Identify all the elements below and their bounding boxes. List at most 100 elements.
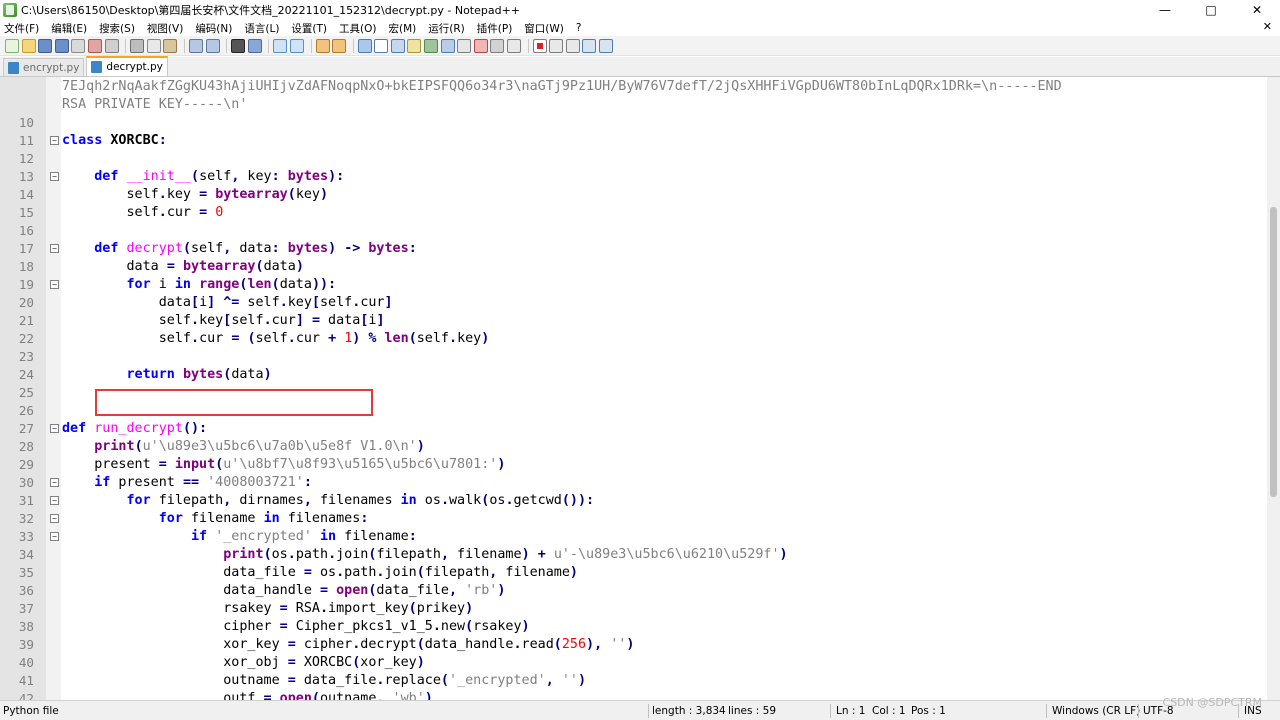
code-text: data_file = os.path.join(filepath, filen… [62, 565, 578, 580]
code-line: 30 − if present == '4008003721': [0, 474, 1267, 492]
folder-workspace-icon[interactable] [473, 38, 488, 53]
code-text: def run_decrypt(): [62, 421, 208, 436]
toolbar-separator [310, 38, 312, 53]
minimize-button[interactable]: — [1142, 0, 1188, 20]
status-col: Col : 1 [872, 705, 906, 717]
indent-guide-icon[interactable] [390, 38, 405, 53]
code-line: 35 data_file = os.path.join(filepath, fi… [0, 564, 1267, 582]
menu-settings[interactable]: 设置(T) [291, 21, 327, 36]
line-number: 19 [18, 277, 34, 292]
sync-horizontal-icon[interactable] [332, 38, 347, 53]
fold-toggle-icon[interactable]: − [50, 136, 59, 145]
status-length: length : 3,834 [652, 705, 726, 717]
status-separator [1046, 704, 1047, 718]
file-icon [8, 61, 19, 74]
show-all-chars-icon[interactable] [374, 38, 389, 53]
replace-icon[interactable] [247, 38, 262, 53]
code-text: xor_key = cipher.decrypt(data_handle.rea… [62, 637, 635, 652]
cut-icon[interactable] [130, 38, 145, 53]
close-file-icon[interactable] [71, 38, 86, 53]
stop-macro-icon[interactable] [549, 38, 564, 53]
tab-decrypt-py[interactable]: decrypt.py [86, 56, 168, 76]
menu-search[interactable]: 搜索(S) [99, 21, 135, 36]
play-macro-icon[interactable] [565, 38, 580, 53]
code-text: if '_encrypted' in filename: [191, 529, 417, 544]
code-text: data[i] ^= self.key[self.cur] [62, 295, 393, 310]
code-line: 24 return bytes(data) [0, 366, 1267, 384]
menu-run[interactable]: 运行(R) [428, 21, 465, 36]
menu-macro[interactable]: 宏(M) [389, 21, 417, 36]
fold-toggle-icon[interactable]: − [50, 424, 59, 433]
close-button[interactable]: ✕ [1234, 0, 1280, 20]
function-list-icon[interactable] [457, 38, 472, 53]
toolbar-separator [352, 38, 354, 53]
scrollbar-thumb[interactable] [1270, 207, 1277, 497]
close-all-icon[interactable] [87, 38, 102, 53]
line-number: 18 [18, 259, 34, 274]
undo-icon[interactable] [188, 38, 203, 53]
menu-view[interactable]: 视图(V) [147, 21, 183, 36]
code-text: for filename in filenames: [158, 511, 369, 526]
fold-toggle-icon[interactable]: − [50, 478, 59, 487]
save-icon[interactable] [38, 38, 53, 53]
monitor-icon[interactable] [490, 38, 505, 53]
tab-encrypt-py[interactable]: encrypt.py [3, 58, 85, 76]
status-eol: Windows (CR LF) [1052, 705, 1141, 717]
doc-list-icon[interactable] [440, 38, 455, 53]
record-macro-icon[interactable] [532, 38, 547, 53]
new-file-icon[interactable] [5, 38, 19, 53]
print-icon[interactable] [104, 38, 119, 53]
code-text: RSA PRIVATE KEY-----\n' [62, 97, 248, 112]
copy-icon[interactable] [146, 38, 161, 53]
menu-file[interactable]: 文件(F) [4, 21, 39, 36]
code-line: 32 − for filename in filenames: [0, 510, 1267, 528]
code-text: cipher = Cipher_pkcs1_v1_5.new(rsakey) [62, 619, 530, 634]
fold-toggle-icon[interactable]: − [50, 532, 59, 541]
line-number: 25 [18, 385, 34, 400]
fold-toggle-icon[interactable]: − [50, 172, 59, 181]
find-icon[interactable] [231, 38, 246, 53]
menu-language[interactable]: 语言(L) [244, 21, 279, 36]
fold-toggle-icon[interactable]: − [50, 280, 59, 289]
wrapped-code-line: RSA PRIVATE KEY-----\n' [0, 96, 1267, 114]
zoom-in-icon[interactable] [273, 38, 288, 53]
menu-tools[interactable]: 工具(O) [339, 21, 376, 36]
title-bar: C:\Users\86150\Desktop\第四届长安杯\文件文档_20221… [0, 0, 1280, 20]
maximize-button[interactable]: □ [1188, 0, 1234, 20]
line-number: 22 [18, 331, 34, 346]
fold-toggle-icon[interactable]: − [50, 496, 59, 505]
fold-toggle-icon[interactable]: − [50, 514, 59, 523]
menu-encoding[interactable]: 编码(N) [195, 21, 232, 36]
code-text: self.key[self.cur] = data[i] [62, 313, 385, 328]
close-document-icon[interactable]: ✕ [1263, 20, 1272, 33]
code-line: 34 print(os.path.join(filepath, filename… [0, 546, 1267, 564]
line-number: 10 [18, 115, 34, 130]
code-text: rsakey = RSA.import_key(prikey) [62, 601, 474, 616]
language-udl-icon[interactable] [407, 38, 422, 53]
fold-toggle-icon[interactable]: − [50, 244, 59, 253]
code-text: def decrypt(self, data: bytes) -> bytes: [94, 241, 417, 256]
save-macro-icon[interactable] [599, 38, 613, 53]
paste-icon[interactable] [163, 38, 178, 53]
line-number: 20 [18, 295, 34, 310]
menu-window[interactable]: 窗口(W) [524, 21, 564, 36]
code-line: 20 data[i] ^= self.key[self.cur] [0, 294, 1267, 312]
status-separator [830, 704, 831, 718]
line-number: 39 [18, 637, 34, 652]
code-line: 15 self.cur = 0 [0, 204, 1267, 222]
open-file-icon[interactable] [21, 38, 36, 53]
watermark: CSDN @SDPCTRM [1162, 696, 1262, 709]
vertical-scrollbar[interactable] [1267, 77, 1280, 700]
zoom-out-icon[interactable] [289, 38, 304, 53]
doc-map-icon[interactable] [424, 38, 439, 53]
play-macro-multiple-icon[interactable] [582, 38, 597, 53]
menu-help[interactable]: ? [576, 22, 582, 34]
save-all-icon[interactable] [54, 38, 69, 53]
word-wrap-icon[interactable] [357, 38, 372, 53]
sync-vertical-icon[interactable] [315, 38, 330, 53]
toolbar-separator [268, 38, 270, 53]
menu-edit[interactable]: 编辑(E) [51, 21, 87, 36]
preview-icon[interactable] [507, 38, 522, 53]
menu-plugins[interactable]: 插件(P) [477, 21, 513, 36]
redo-icon[interactable] [205, 38, 220, 53]
